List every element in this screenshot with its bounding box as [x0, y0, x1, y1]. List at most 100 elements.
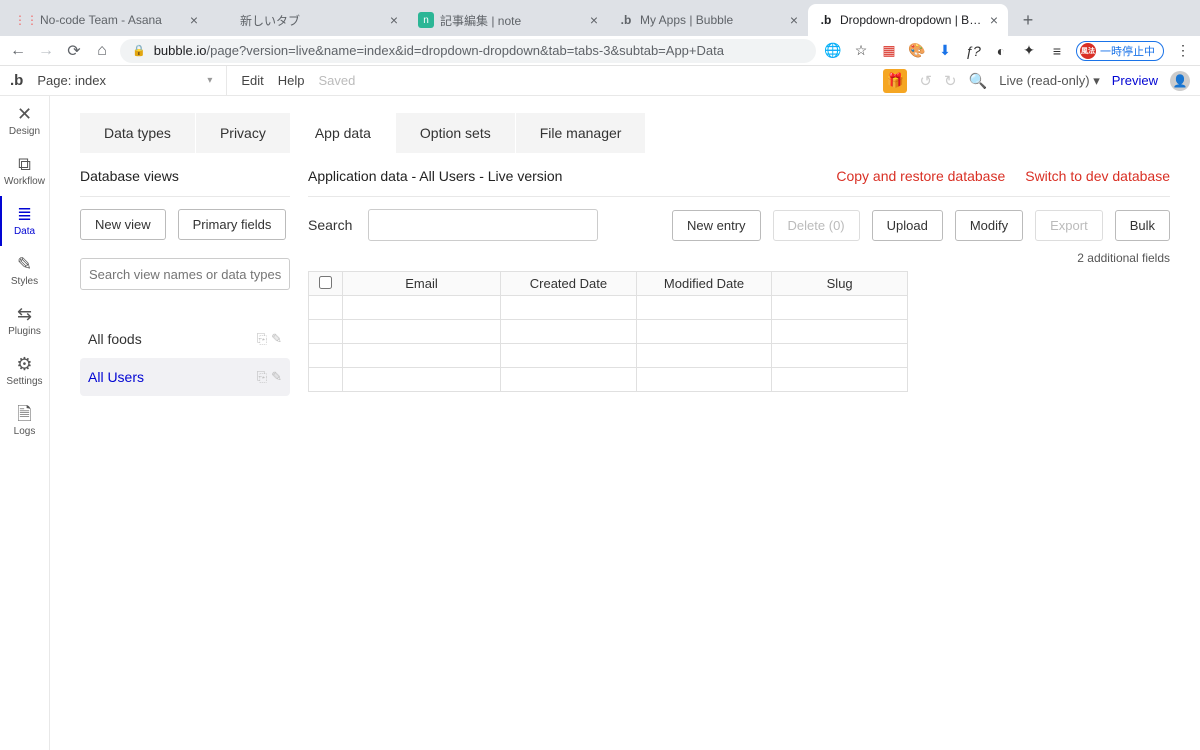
views-heading: Database views [80, 168, 179, 184]
switch-dev-link[interactable]: Switch to dev database [1025, 168, 1170, 184]
extensions-icon[interactable]: ✦ [1020, 42, 1038, 60]
ext-icon[interactable]: ƒ? [964, 42, 982, 60]
preview-link[interactable]: Preview [1112, 73, 1158, 88]
data-heading: Application data - All Users - Live vers… [308, 168, 562, 184]
tab-privacy[interactable]: Privacy [196, 113, 291, 153]
new-view-button[interactable]: New view [80, 209, 166, 240]
view-item-all-foods[interactable]: All foods ⎘✎ [80, 320, 290, 358]
ext-icon[interactable]: ⬇ [936, 42, 954, 60]
nav-logs[interactable]: 🗎Logs [0, 396, 49, 446]
ext-icon[interactable]: ≡ [1048, 42, 1066, 60]
col-slug[interactable]: Slug [772, 272, 908, 296]
home-button[interactable]: ⌂ [92, 41, 112, 61]
view-item-all-users[interactable]: All Users ⎘✎ [80, 358, 290, 396]
tab-app-data[interactable]: App data [291, 113, 396, 153]
undo-icon[interactable]: ↺ [919, 72, 932, 90]
back-button[interactable]: ← [8, 41, 28, 61]
translate-icon[interactable]: 🌐 [824, 42, 842, 60]
browser-tab[interactable]: ⋮⋮ No-code Team - Asana × [8, 4, 208, 36]
edit-menu[interactable]: Edit [241, 73, 263, 88]
pause-pill[interactable]: 風法 一時停止中 [1076, 41, 1164, 61]
panel: Database views New view Primary fields A… [50, 156, 1200, 750]
tab-data-types[interactable]: Data types [80, 113, 196, 153]
data-search-input[interactable] [368, 209, 598, 241]
modify-button[interactable]: Modify [955, 210, 1023, 241]
tab-title: My Apps | Bubble [640, 13, 784, 27]
saved-status: Saved [319, 73, 356, 88]
tab-file-manager[interactable]: File manager [516, 113, 647, 153]
browser-tab[interactable]: n 記事編集 | note × [408, 4, 608, 36]
table-row[interactable] [309, 368, 908, 392]
select-all-header[interactable] [309, 272, 343, 296]
col-modified[interactable]: Modified Date [636, 272, 772, 296]
browser-tab[interactable]: .b My Apps | Bubble × [608, 4, 808, 36]
address-bar[interactable]: 🔒 bubble.io/page?version=live&name=index… [120, 39, 816, 63]
close-icon[interactable]: × [790, 12, 798, 28]
content: Data types Privacy App data Option sets … [50, 96, 1200, 750]
favicon-bubble: .b [618, 12, 634, 28]
table-row[interactable] [309, 344, 908, 368]
gift-icon[interactable]: 🎁 [883, 69, 907, 93]
search-icon[interactable]: 🔍 [969, 72, 988, 90]
tab-option-sets[interactable]: Option sets [396, 113, 516, 153]
col-created[interactable]: Created Date [501, 272, 637, 296]
gear-icon: ⚙ [16, 355, 32, 373]
favicon-note: n [418, 12, 434, 28]
live-mode[interactable]: Live (read-only) ▾ [999, 73, 1099, 89]
primary-fields-button[interactable]: Primary fields [178, 209, 287, 240]
ext-icon[interactable]: ◐ [992, 42, 1010, 60]
browser-tab-active[interactable]: .b Dropdown-dropdown | Bubble × [808, 4, 1008, 36]
tab-title: 新しいタブ [240, 12, 384, 29]
export-button[interactable]: Export [1035, 210, 1103, 241]
copy-restore-link[interactable]: Copy and restore database [836, 168, 1005, 184]
table-row[interactable] [309, 320, 908, 344]
delete-button[interactable]: Delete (0) [773, 210, 860, 241]
star-icon[interactable]: ☆ [852, 42, 870, 60]
chevron-down-icon: ▾ [207, 75, 212, 86]
browser-tab-strip: ⋮⋮ No-code Team - Asana × 新しいタブ × n 記事編集… [0, 0, 1200, 36]
copy-icon[interactable]: ⎘ [257, 369, 267, 385]
nav-settings[interactable]: ⚙Settings [0, 346, 49, 396]
redo-icon[interactable]: ↻ [944, 72, 957, 90]
new-tab-button[interactable]: + [1014, 6, 1042, 34]
nav-design[interactable]: ✕Design [0, 96, 49, 146]
edit-icon[interactable]: ✎ [271, 369, 282, 385]
pill-badge: 風法 [1080, 43, 1096, 59]
nav-styles[interactable]: ✎Styles [0, 246, 49, 296]
search-label: Search [308, 217, 352, 233]
data-column: Application data - All Users - Live vers… [308, 156, 1170, 720]
help-menu[interactable]: Help [278, 73, 305, 88]
plugins-icon: ⇆ [17, 305, 32, 323]
nav-plugins[interactable]: ⇆Plugins [0, 296, 49, 346]
browser-tab[interactable]: 新しいタブ × [208, 4, 408, 36]
ext-icon[interactable]: ▦ [880, 42, 898, 60]
new-entry-button[interactable]: New entry [672, 210, 761, 241]
close-icon[interactable]: × [590, 12, 598, 28]
upload-button[interactable]: Upload [872, 210, 943, 241]
kebab-icon[interactable]: ⋮ [1174, 42, 1192, 60]
view-item-label: All Users [88, 369, 144, 385]
tab-title: Dropdown-dropdown | Bubble [840, 13, 984, 27]
select-all-checkbox[interactable] [319, 276, 332, 289]
table-row[interactable] [309, 296, 908, 320]
ext-icon[interactable]: 🎨 [908, 42, 926, 60]
close-icon[interactable]: × [990, 12, 998, 28]
col-email[interactable]: Email [342, 272, 500, 296]
favicon-bubble: .b [818, 12, 834, 28]
tab-title: 記事編集 | note [440, 12, 584, 29]
nav-data[interactable]: ≣Data [0, 196, 49, 246]
copy-icon[interactable]: ⎘ [257, 331, 267, 347]
forward-button[interactable]: → [36, 41, 56, 61]
nav-workflow[interactable]: ⧉Workflow [0, 146, 49, 196]
bubble-logo[interactable]: .b [10, 72, 23, 89]
workflow-icon: ⧉ [18, 155, 31, 173]
edit-icon[interactable]: ✎ [271, 331, 282, 347]
view-filter-input[interactable] [80, 258, 290, 290]
extension-icons: 🌐 ☆ ▦ 🎨 ⬇ ƒ? ◐ ✦ ≡ 風法 一時停止中 ⋮ [824, 41, 1192, 61]
reload-button[interactable]: ⟳ [64, 41, 84, 61]
close-icon[interactable]: × [390, 12, 398, 28]
close-icon[interactable]: × [190, 12, 198, 28]
bulk-button[interactable]: Bulk [1115, 210, 1170, 241]
user-avatar[interactable]: 👤 [1170, 71, 1190, 91]
page-selector[interactable]: Page: index ▾ [37, 66, 227, 95]
